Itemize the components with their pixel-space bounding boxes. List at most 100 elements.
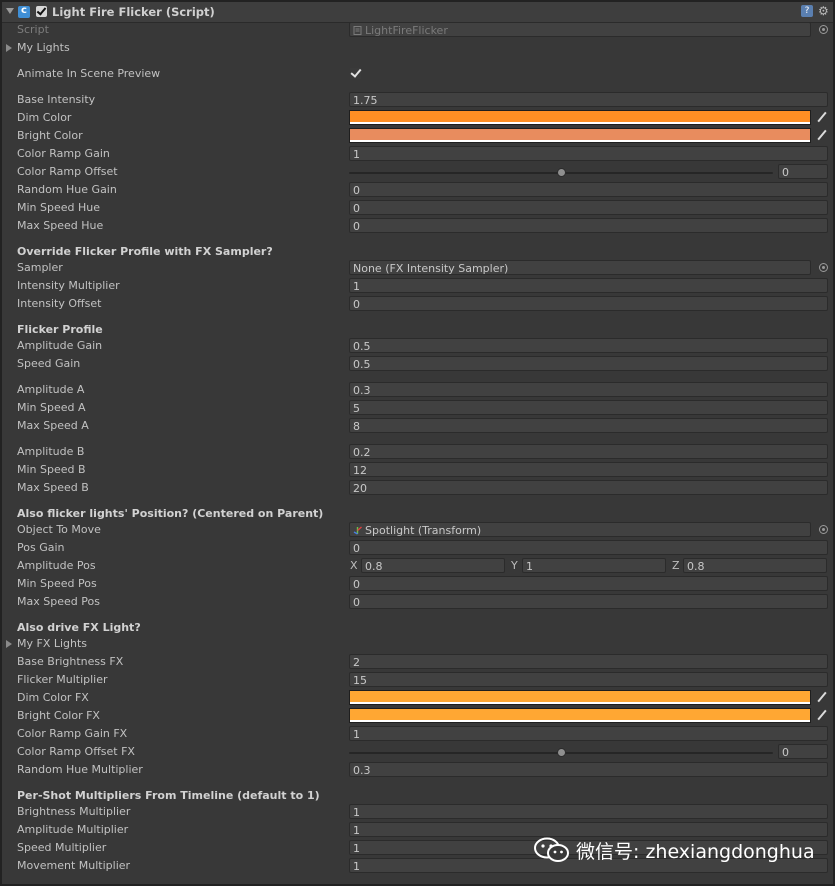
animate-preview-label: Animate In Scene Preview — [17, 67, 161, 80]
eyedropper-icon[interactable] — [814, 128, 828, 143]
bright-color-label: Bright Color — [17, 129, 83, 142]
intensity-multiplier-label: Intensity Multiplier — [17, 279, 120, 292]
flicker-multiplier-label: Flicker Multiplier — [17, 673, 108, 686]
amplitude-a-field[interactable]: 0.3 — [349, 382, 828, 397]
foldout-arrow-icon[interactable] — [6, 8, 14, 14]
eyedropper-icon[interactable] — [814, 110, 828, 125]
inspector-panel: Light Fire Flicker (Script) ? ⚙ Script L… — [0, 0, 835, 886]
foldout-arrow-icon[interactable] — [6, 44, 12, 52]
flicker-multiplier-row: Flicker Multiplier 15 — [2, 671, 833, 689]
movement-multiplier-label: Movement Multiplier — [17, 859, 131, 872]
min-speed-b-field[interactable]: 12 — [349, 462, 828, 477]
flicker-profile-heading: Flicker Profile — [17, 323, 103, 336]
amplitude-pos-y-field[interactable]: 1 — [522, 558, 666, 573]
min-speed-pos-label: Min Speed Pos — [17, 577, 97, 590]
amplitude-b-row: Amplitude B 0.2 — [2, 443, 833, 461]
color-ramp-gain-field[interactable]: 1 — [349, 146, 828, 161]
amplitude-a-label: Amplitude A — [17, 383, 85, 396]
base-brightness-fx-label: Base Brightness FX — [17, 655, 124, 668]
color-ramp-gain-fx-field[interactable]: 1 — [349, 726, 828, 741]
sampler-field[interactable]: None (FX Intensity Sampler) — [349, 260, 811, 275]
my-fx-lights-label: My FX Lights — [17, 637, 88, 650]
my-lights-label: My Lights — [17, 41, 70, 54]
dim-color-fx-row: Dim Color FX — [2, 689, 833, 707]
slider-thumb[interactable] — [556, 168, 566, 177]
random-hue-gain-label: Random Hue Gain — [17, 183, 117, 196]
script-label: Script — [17, 23, 49, 36]
animate-preview-checkbox[interactable] — [350, 68, 361, 79]
color-ramp-gain-row: Color Ramp Gain 1 — [2, 145, 833, 163]
max-speed-b-field[interactable]: 20 — [349, 480, 828, 495]
my-lights-foldout[interactable]: My Lights — [2, 39, 833, 57]
bright-color-swatch[interactable] — [349, 128, 811, 143]
bright-color-fx-swatch[interactable] — [349, 708, 811, 723]
slider-thumb[interactable] — [556, 748, 566, 757]
amplitude-gain-label: Amplitude Gain — [17, 339, 103, 352]
pos-gain-field[interactable]: 0 — [349, 540, 828, 555]
base-intensity-label: Base Intensity — [17, 93, 96, 106]
max-speed-pos-field[interactable]: 0 — [349, 594, 828, 609]
min-speed-b-row: Min Speed B 12 — [2, 461, 833, 479]
help-icon[interactable]: ? — [801, 5, 813, 17]
script-value: LightFireFlicker — [365, 24, 448, 37]
intensity-offset-field[interactable]: 0 — [349, 296, 828, 311]
y-label: Y — [511, 559, 518, 572]
flicker-multiplier-field[interactable]: 15 — [349, 672, 828, 687]
x-label: X — [350, 559, 358, 572]
intensity-offset-row: Intensity Offset 0 — [2, 295, 833, 313]
min-speed-b-label: Min Speed B — [17, 463, 86, 476]
base-brightness-fx-field[interactable]: 2 — [349, 654, 828, 669]
dim-color-fx-swatch[interactable] — [349, 690, 811, 705]
color-ramp-gain-label: Color Ramp Gain — [17, 147, 110, 160]
component-header[interactable]: Light Fire Flicker (Script) ? ⚙ — [2, 2, 833, 23]
base-intensity-row: Base Intensity 1.75 — [2, 91, 833, 109]
random-hue-gain-field[interactable]: 0 — [349, 182, 828, 197]
object-to-move-field[interactable]: Spotlight (Transform) — [349, 522, 811, 537]
bright-color-fx-label: Bright Color FX — [17, 709, 100, 722]
speed-gain-field[interactable]: 0.5 — [349, 356, 828, 371]
base-intensity-field[interactable]: 1.75 — [349, 92, 828, 107]
max-speed-hue-field[interactable]: 0 — [349, 218, 828, 233]
amplitude-b-field[interactable]: 0.2 — [349, 444, 828, 459]
component-enabled-checkbox[interactable] — [36, 6, 47, 17]
color-ramp-offset-field[interactable]: 0 — [778, 164, 828, 179]
max-speed-pos-label: Max Speed Pos — [17, 595, 100, 608]
intensity-multiplier-field[interactable]: 1 — [349, 278, 828, 293]
amplitude-gain-field[interactable]: 0.5 — [349, 338, 828, 353]
color-ramp-offset-row: Color Ramp Offset 0 — [2, 163, 833, 181]
amplitude-pos-row: Amplitude Pos X 0.8 Y 1 Z 0.8 — [2, 557, 833, 575]
object-picker-icon[interactable] — [819, 25, 828, 34]
script-file-icon — [353, 26, 362, 35]
max-speed-b-label: Max Speed B — [17, 481, 89, 494]
min-speed-pos-field[interactable]: 0 — [349, 576, 828, 591]
override-heading: Override Flicker Profile with FX Sampler… — [17, 245, 273, 258]
color-ramp-offset-fx-label: Color Ramp Offset FX — [17, 745, 135, 758]
amplitude-pos-x-field[interactable]: 0.8 — [361, 558, 505, 573]
component-title: Light Fire Flicker (Script) — [52, 5, 215, 19]
max-speed-a-field[interactable]: 8 — [349, 418, 828, 433]
min-speed-a-field[interactable]: 5 — [349, 400, 828, 415]
brightness-multiplier-field[interactable]: 1 — [349, 804, 828, 819]
gear-icon[interactable]: ⚙ — [818, 4, 829, 18]
amplitude-pos-label: Amplitude Pos — [17, 559, 96, 572]
amplitude-multiplier-field[interactable]: 1 — [349, 822, 828, 837]
max-speed-hue-label: Max Speed Hue — [17, 219, 104, 232]
color-ramp-offset-fx-row: Color Ramp Offset FX 0 — [2, 743, 833, 761]
intensity-offset-label: Intensity Offset — [17, 297, 102, 310]
random-hue-multiplier-field[interactable]: 0.3 — [349, 762, 828, 777]
color-ramp-offset-fx-field[interactable]: 0 — [778, 744, 828, 759]
eyedropper-icon[interactable] — [814, 708, 828, 723]
max-speed-b-row: Max Speed B 20 — [2, 479, 833, 497]
min-speed-hue-field[interactable]: 0 — [349, 200, 828, 215]
script-field[interactable]: LightFireFlicker — [349, 22, 811, 37]
dim-color-swatch[interactable] — [349, 110, 811, 125]
object-picker-icon[interactable] — [819, 525, 828, 534]
foldout-arrow-icon[interactable] — [6, 640, 12, 648]
my-fx-lights-foldout[interactable]: My FX Lights — [2, 635, 833, 653]
bright-color-fx-row: Bright Color FX — [2, 707, 833, 725]
object-picker-icon[interactable] — [819, 263, 828, 272]
eyedropper-icon[interactable] — [814, 690, 828, 705]
script-component-icon — [18, 5, 30, 18]
amplitude-pos-z-field[interactable]: 0.8 — [683, 558, 827, 573]
min-speed-a-row: Min Speed A 5 — [2, 399, 833, 417]
